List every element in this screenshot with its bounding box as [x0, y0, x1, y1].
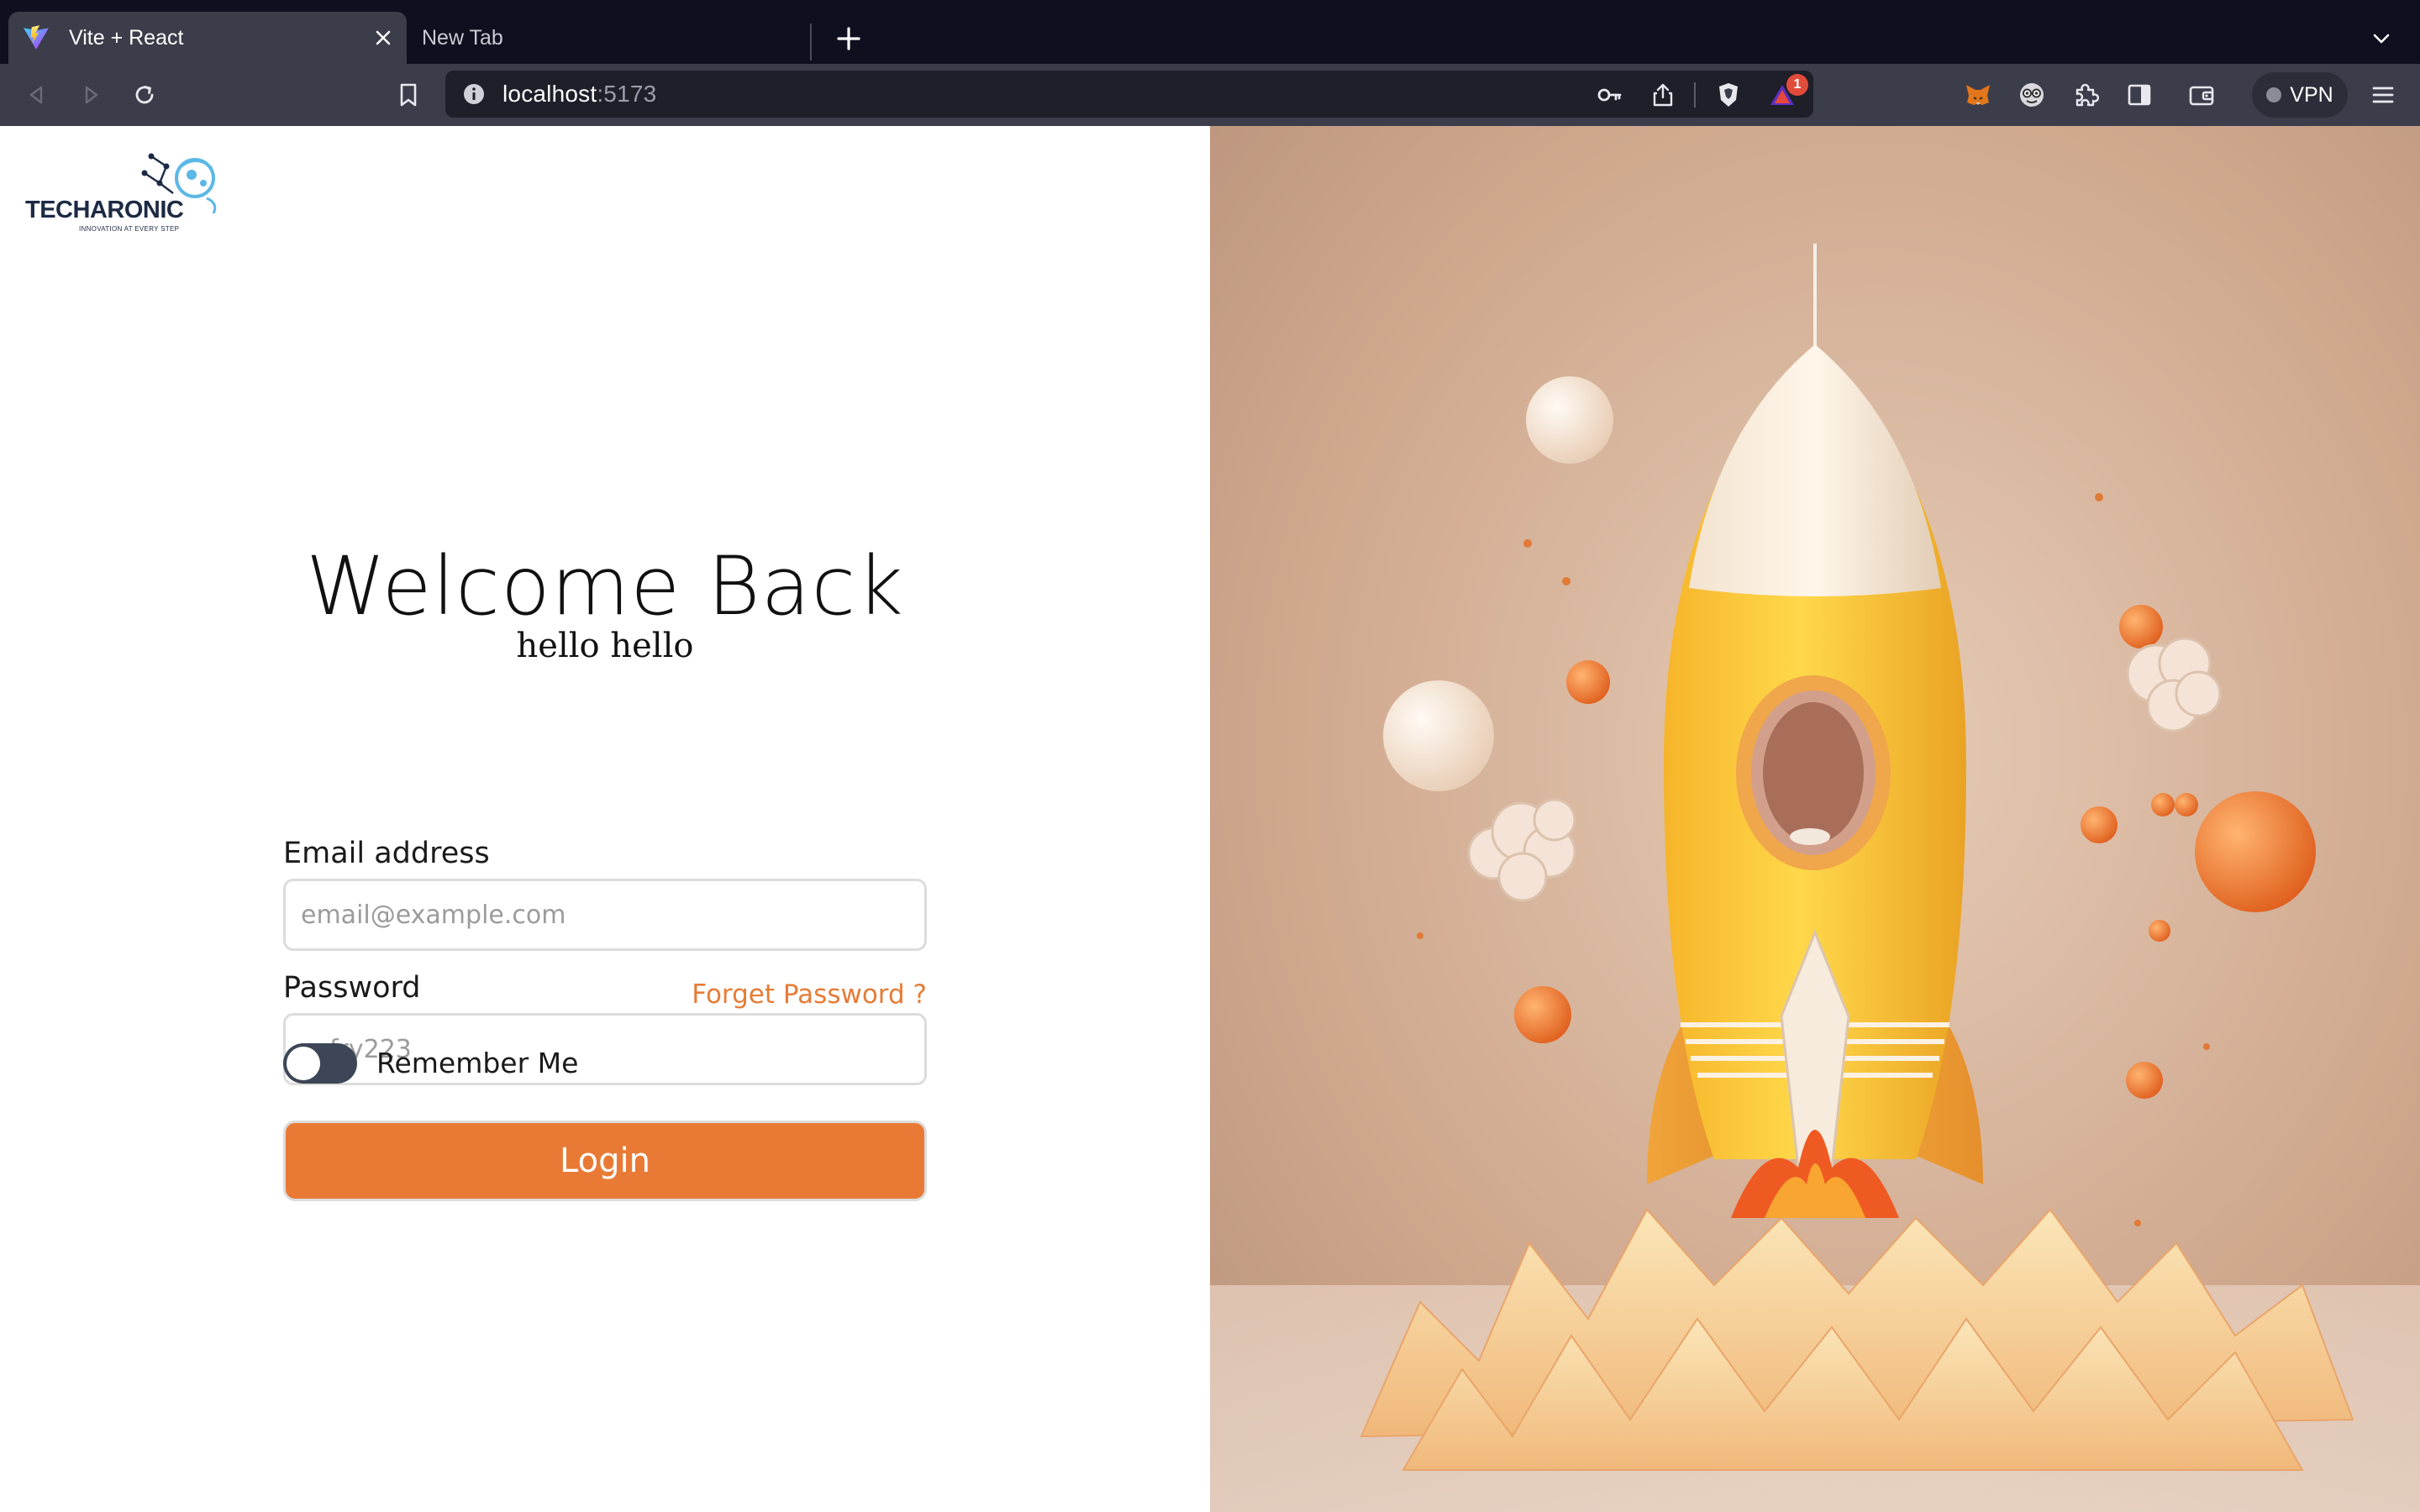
address-bar-divider — [1694, 82, 1696, 108]
vpn-status-dot — [2266, 87, 2282, 102]
page-subtitle: hello hello — [516, 627, 694, 665]
url-text[interactable]: localhost:5173 — [502, 81, 656, 108]
metamask-fox-icon[interactable] — [1961, 78, 1995, 112]
password-label: Password — [283, 971, 421, 1005]
forward-arrow-icon[interactable] — [74, 78, 108, 112]
browser-toolbar: localhost:5173 1 VPN — [0, 64, 2420, 126]
forgot-password-link[interactable]: Forget Password ? — [692, 979, 927, 1010]
login-button[interactable]: Login — [283, 1121, 927, 1201]
email-field[interactable] — [283, 879, 927, 951]
tab-vite-react[interactable]: Vite + React — [8, 12, 407, 64]
browser-tab-strip: Vite + React New Tab — [0, 0, 2420, 64]
page-title: Welcome Back — [306, 539, 904, 633]
site-info-icon[interactable] — [462, 82, 486, 106]
extensions-puzzle-icon[interactable] — [2069, 78, 2102, 112]
tab-title: New Tab — [422, 25, 503, 50]
remember-me-toggle[interactable] — [283, 1043, 357, 1084]
page: TECHARONIC INNOVATION AT EVERY STEP Welc… — [0, 126, 2420, 1512]
tab-divider — [810, 24, 812, 60]
rocket-illustration — [1210, 126, 2420, 1512]
sidebar-toggle-icon[interactable] — [2123, 78, 2156, 112]
notification-badge: 1 — [1786, 74, 1808, 96]
wallet-icon[interactable] — [2185, 78, 2218, 112]
back-arrow-icon[interactable] — [20, 78, 54, 112]
rocket-launch-image — [1210, 126, 2420, 1512]
vpn-label: VPN — [2290, 82, 2333, 107]
extension-avatar-icon[interactable] — [2015, 78, 2049, 112]
reload-icon[interactable] — [128, 78, 161, 112]
login-panel: TECHARONIC INNOVATION AT EVERY STEP Welc… — [0, 126, 1210, 1512]
techaronic-logo[interactable]: TECHARONIC INNOVATION AT EVERY STEP — [24, 150, 225, 234]
hamburger-menu-icon[interactable] — [2366, 78, 2400, 112]
vite-logo-icon — [24, 25, 49, 50]
new-tab-plus-icon[interactable] — [830, 20, 867, 57]
bookmark-icon[interactable] — [392, 78, 425, 112]
email-label: Email address — [283, 837, 490, 870]
toggle-knob — [287, 1047, 320, 1080]
share-icon[interactable] — [1649, 81, 1677, 109]
logo-tagline: INNOVATION AT EVERY STEP — [79, 225, 180, 233]
tab-list-chevron-down-icon[interactable] — [2363, 20, 2400, 57]
key-icon[interactable] — [1595, 81, 1623, 109]
brave-shield-icon[interactable] — [1714, 81, 1743, 109]
address-bar[interactable]: localhost:5173 1 — [445, 71, 1813, 118]
tab-title: Vite + React — [69, 25, 184, 50]
close-tab-icon[interactable] — [366, 21, 400, 55]
logo-wordmark: TECHARONIC — [25, 197, 184, 223]
remember-me-label: Remember Me — [376, 1047, 579, 1079]
tab-new-tab[interactable]: New Tab — [408, 12, 810, 64]
vpn-button[interactable]: VPN — [2252, 72, 2348, 118]
